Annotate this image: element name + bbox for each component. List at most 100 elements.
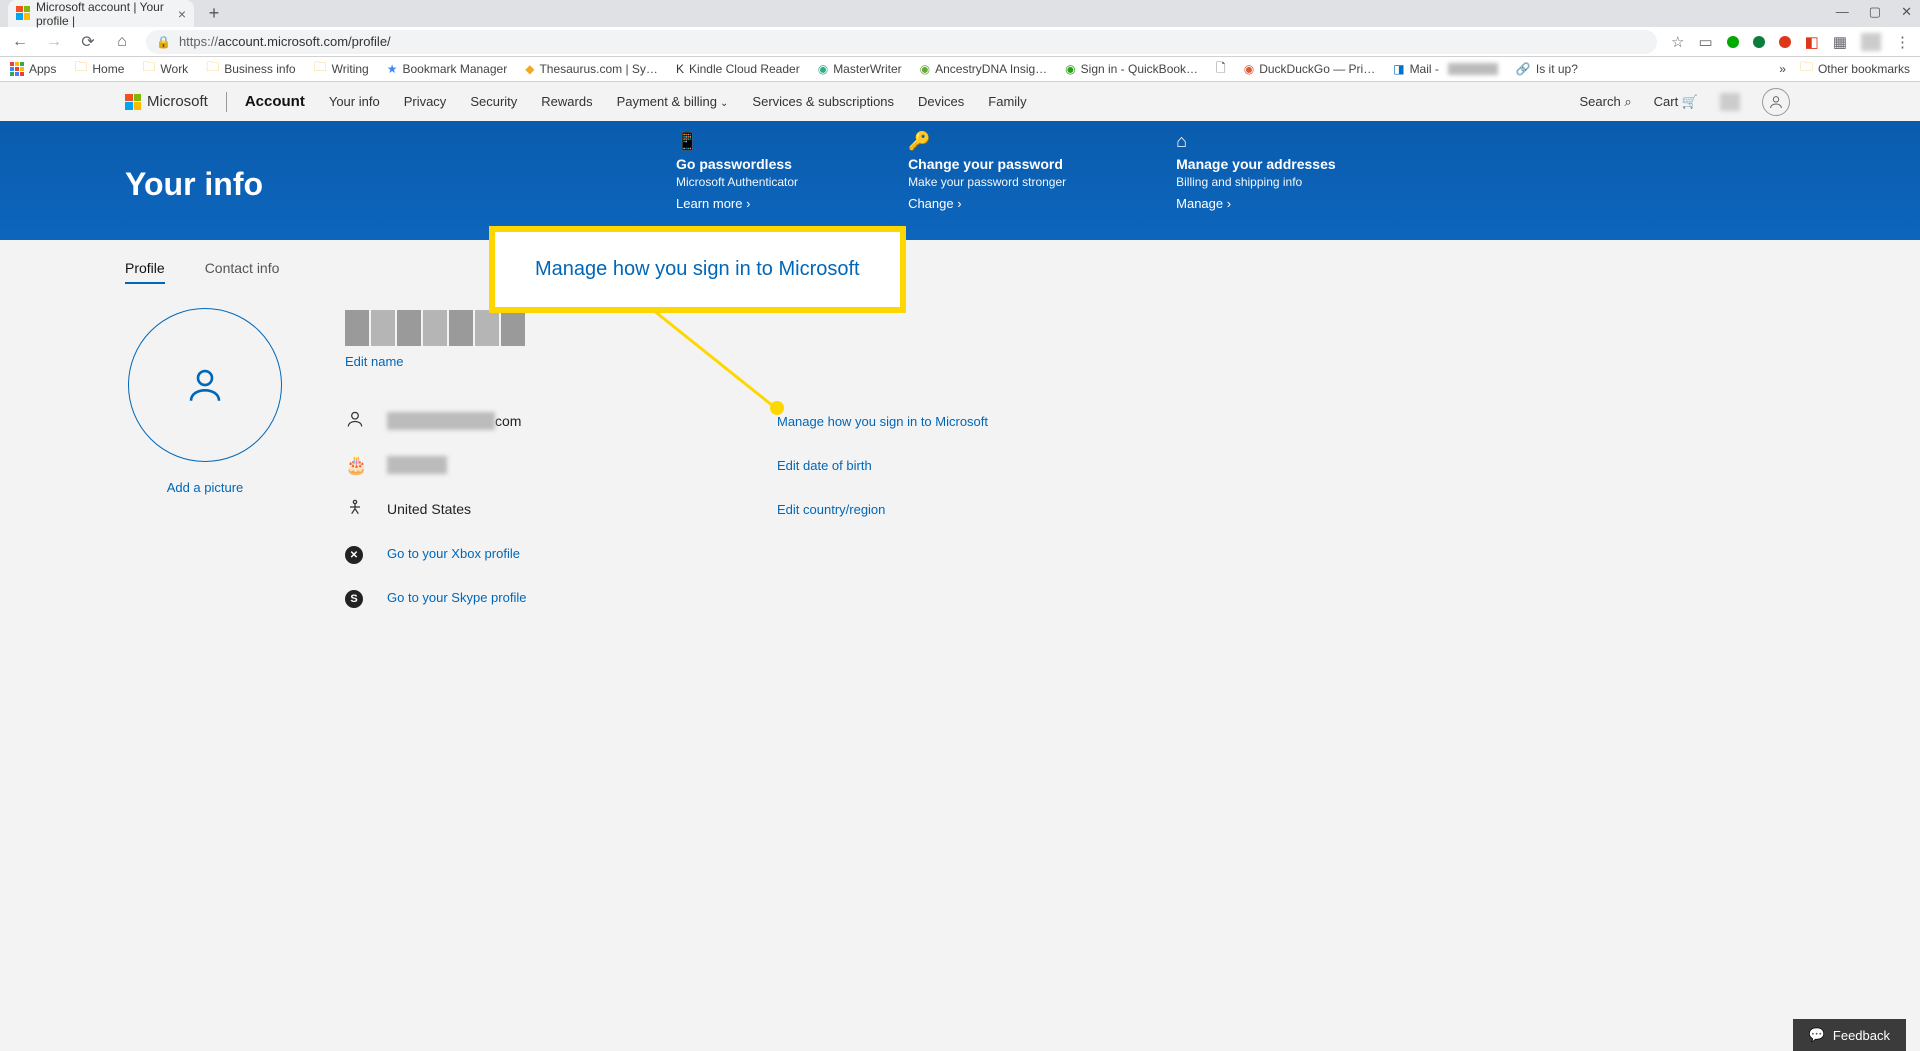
hero-card-link[interactable]: Change (908, 196, 1066, 211)
nav-rewards[interactable]: Rewards (541, 94, 592, 109)
hero-cards: 📱 Go passwordless Microsoft Authenticato… (676, 131, 1336, 211)
hero-card-link[interactable]: Manage (1176, 196, 1336, 211)
cart-icon: 🛒 (1682, 94, 1698, 109)
bookmark-item[interactable]: 🗀Writing (314, 58, 369, 80)
toolbar-right: ☆ ▭ ◧ ▦ ⋮ (1671, 33, 1910, 51)
favicon: ◉ (818, 62, 828, 76)
avatar-column: Add a picture (125, 308, 285, 619)
nav-devices[interactable]: Devices (918, 94, 964, 109)
person-icon (184, 364, 226, 406)
minimize-button[interactable]: — (1836, 4, 1849, 20)
hero-card-addresses: ⌂ Manage your addresses Billing and ship… (1176, 131, 1336, 211)
redacted (1448, 63, 1498, 75)
nav-family[interactable]: Family (988, 94, 1026, 109)
edit-dob-link[interactable]: Edit date of birth (777, 458, 872, 473)
edit-name-link[interactable]: Edit name (345, 354, 1795, 369)
detail-row-skype: S Go to your Skype profile (345, 575, 1795, 619)
bookmark-item[interactable]: ◆Thesaurus.com | Sy… (525, 62, 658, 76)
edit-region-link[interactable]: Edit country/region (777, 502, 885, 517)
bookmark-item[interactable]: ◨Mail - (1393, 62, 1498, 76)
chat-icon: 💬 (1809, 1027, 1825, 1043)
extension-icon[interactable]: ▦ (1833, 33, 1847, 51)
url-input[interactable]: 🔒 https://account.microsoft.com/profile/ (146, 30, 1657, 54)
bookmark-item[interactable]: 🗋 (1216, 59, 1226, 80)
home-button[interactable]: ⌂ (112, 33, 132, 51)
star-icon: ★ (387, 62, 398, 76)
tab-close-icon[interactable]: × (178, 6, 186, 22)
search-icon: ⌕ (1624, 94, 1631, 109)
bookmark-item[interactable]: ◉Sign in - QuickBook… (1065, 62, 1198, 76)
bookmark-item[interactable]: ◉MasterWriter (818, 62, 902, 76)
opera-icon[interactable] (1779, 36, 1791, 48)
extension-icon[interactable] (1753, 36, 1765, 48)
folder-icon: 🗀 (206, 58, 219, 80)
add-picture-link[interactable]: Add a picture (167, 480, 244, 495)
new-tab-button[interactable]: + (202, 2, 226, 26)
key-icon: 🔑 (908, 131, 1066, 153)
nav-payment[interactable]: Payment & billing⌄ (617, 94, 729, 109)
other-bookmarks[interactable]: 🗀Other bookmarks (1800, 58, 1910, 80)
hero-card-link[interactable]: Learn more (676, 196, 798, 211)
hero-card-title: Go passwordless (676, 156, 798, 172)
microsoft-logo[interactable]: Microsoft (125, 93, 208, 110)
skype-profile-link[interactable]: Go to your Skype profile (387, 590, 526, 605)
search-button[interactable]: Search ⌕ (1580, 94, 1632, 110)
bookmark-item[interactable]: ◉AncestryDNA Insig… (920, 62, 1048, 76)
email-value: com (387, 412, 777, 430)
tab-title: Microsoft account | Your profile | (36, 0, 178, 28)
header-right: Search ⌕ Cart 🛒 (1580, 88, 1790, 116)
bookmark-item[interactable]: 🔗Is it up? (1516, 62, 1578, 76)
chrome-menu-icon[interactable]: ⋮ (1895, 33, 1910, 51)
extension-icon[interactable]: ◧ (1805, 33, 1819, 51)
manage-signin-link[interactable]: Manage how you sign in to Microsoft (777, 414, 988, 429)
dob-value (387, 456, 777, 474)
bookmark-item[interactable]: 🗀Home (74, 58, 124, 80)
nav-services[interactable]: Services & subscriptions (752, 94, 894, 109)
hero-card-sub: Microsoft Authenticator (676, 175, 798, 189)
apps-button[interactable]: Apps (10, 62, 56, 76)
country-value: United States (387, 501, 777, 517)
tab-profile[interactable]: Profile (125, 260, 165, 284)
account-avatar[interactable] (1762, 88, 1790, 116)
close-window-button[interactable]: ✕ (1901, 4, 1912, 20)
browser-tab-strip: Microsoft account | Your profile | × + —… (0, 0, 1920, 27)
profile-chip[interactable] (1861, 33, 1881, 51)
location-person-icon (345, 497, 387, 522)
hero-banner: Your info 📱 Go passwordless Microsoft Au… (0, 121, 1920, 240)
avatar-placeholder[interactable] (128, 308, 282, 462)
xbox-profile-link[interactable]: Go to your Xbox profile (387, 546, 520, 561)
main-content: Profile Contact info Add a picture Edit … (0, 240, 1920, 639)
bookmark-item[interactable]: ★Bookmark Manager (387, 62, 507, 76)
chevron-down-icon: ⌄ (720, 98, 728, 109)
account-heading[interactable]: Account (245, 93, 305, 110)
bookmark-overflow[interactable]: » (1779, 62, 1786, 76)
cart-button[interactable]: Cart 🛒 (1654, 94, 1698, 110)
birthday-icon: 🎂 (345, 455, 387, 476)
url-protocol: https:// (179, 34, 218, 49)
nav-your-info[interactable]: Your info (329, 94, 380, 109)
url-text: account.microsoft.com/profile/ (218, 34, 391, 49)
primary-nav: Your info Privacy Security Rewards Payme… (329, 94, 1027, 109)
bookmark-item[interactable]: KKindle Cloud Reader (676, 62, 800, 76)
browser-tab[interactable]: Microsoft account | Your profile | × (8, 0, 194, 27)
maximize-button[interactable]: ▢ (1869, 4, 1881, 20)
tab-contact-info[interactable]: Contact info (205, 260, 280, 284)
bookmark-item[interactable]: 🗀Business info (206, 58, 295, 80)
reader-icon[interactable]: ▭ (1698, 33, 1712, 51)
detail-row-country: United States Edit country/region (345, 487, 1795, 531)
nav-security[interactable]: Security (470, 94, 517, 109)
bookmark-star-icon[interactable]: ☆ (1671, 33, 1684, 51)
back-button[interactable]: ← (10, 33, 30, 51)
extension-icon[interactable] (1727, 36, 1739, 48)
nav-privacy[interactable]: Privacy (404, 94, 447, 109)
feedback-button[interactable]: 💬 Feedback (1793, 1019, 1906, 1051)
detail-row-email: com Manage how you sign in to Microsoft (345, 399, 1795, 443)
lock-icon: 🔒 (156, 35, 171, 49)
forward-button[interactable]: → (44, 33, 64, 51)
bookmark-item[interactable]: 🗀Work (142, 58, 188, 80)
bookmark-item[interactable]: ◉DuckDuckGo — Pri… (1244, 62, 1376, 76)
hero-card-sub: Make your password stronger (908, 175, 1066, 189)
hero-card-title: Change your password (908, 156, 1066, 172)
phone-lock-icon: 📱 (676, 131, 798, 153)
reload-button[interactable]: ⟳ (78, 32, 98, 52)
